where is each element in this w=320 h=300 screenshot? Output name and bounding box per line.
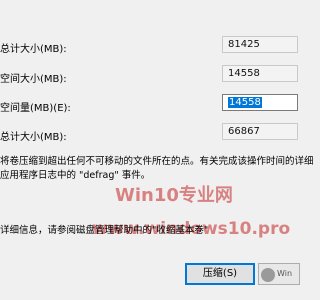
shrink-amount-value: 14558 xyxy=(228,97,262,108)
shrink-note-line2: 应用程序日志中的 "defrag" 事件。 xyxy=(0,170,151,181)
watermark-badge-text: Win xyxy=(277,269,293,278)
help-text: 详细信息，请参阅磁盘管理帮助中的"收缩基本卷" xyxy=(0,225,209,236)
total-size-after-label: 总计大小(MB): xyxy=(0,132,67,143)
available-space-label: 空间大小(MB): xyxy=(0,74,67,85)
shrink-amount-input[interactable]: 14558 xyxy=(222,94,298,111)
available-space-field: 14558 xyxy=(222,65,298,82)
wechat-icon xyxy=(261,268,275,282)
shrink-amount-label: 空间量(MB)(E): xyxy=(0,103,71,114)
shrink-note-line1: 将卷压缩到超出任何不可移动的文件所在的点。有关完成该操作时间的详细 xyxy=(0,156,314,167)
total-size-before-label: 总计大小(MB): xyxy=(0,44,67,55)
cancel-button[interactable]: Win xyxy=(258,263,300,285)
total-size-after-field: 66867 xyxy=(222,123,298,140)
shrink-button[interactable]: 压缩(S) xyxy=(185,263,255,285)
watermark-title: Win10专业网 xyxy=(115,185,233,206)
total-size-before-field: 81425 xyxy=(222,36,298,53)
